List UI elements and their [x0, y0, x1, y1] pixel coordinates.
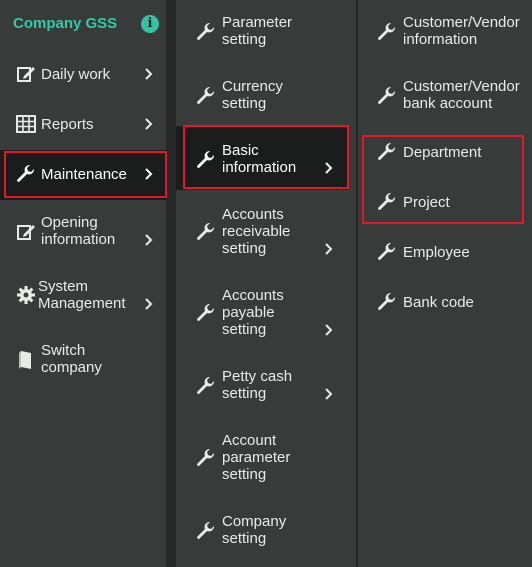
submenu-item-petty-cash-setting[interactable]: Petty cash setting [176, 368, 356, 404]
menu-item-bank-code[interactable]: Bank code [358, 288, 532, 316]
info-icon[interactable]: i [141, 15, 159, 33]
submenu-item-currency-setting[interactable]: Currency setting [176, 78, 356, 114]
menu-item-customer-vendor-bank-account[interactable]: Customer/Vendor bank account [358, 78, 532, 114]
submenu-item-account-parameter-setting[interactable]: Account parameter setting [176, 432, 356, 486]
sidebar-item-opening-information[interactable]: Opening information [0, 214, 166, 250]
column-divider [166, 0, 176, 567]
wrench-icon [196, 86, 216, 106]
menu-item-employee[interactable]: Employee [358, 238, 532, 266]
submenu-item-company-setting[interactable]: Company setting [176, 513, 356, 549]
chevron-right-icon [323, 161, 335, 175]
menu-item-label: Bank code [403, 294, 474, 311]
submenu-item-basic-information[interactable]: Basic information [176, 142, 356, 178]
wrench-icon [196, 222, 216, 242]
gear-icon [16, 285, 36, 305]
submenu-item-label: Company setting [222, 513, 302, 547]
wrench-icon [196, 303, 216, 323]
wrench-icon [196, 150, 216, 170]
sidebar-item-switch-company[interactable]: Switch company [0, 342, 166, 378]
submenu-item-label: Basic information [222, 142, 312, 176]
table-icon [16, 115, 36, 133]
chevron-right-icon [143, 233, 155, 247]
sidebar-item-daily-work[interactable]: Daily work [0, 58, 166, 90]
wrench-icon [196, 376, 216, 396]
chevron-right-icon [143, 297, 155, 311]
submenu-item-label: Petty cash setting [222, 368, 312, 402]
wrench-icon [196, 521, 216, 541]
basic-information-submenu: Customer/Vendor information Customer/Ven… [358, 0, 532, 567]
submenu-item-label: Currency setting [222, 78, 302, 112]
chevron-right-icon [143, 167, 155, 181]
menu-item-project[interactable]: Project [358, 188, 532, 216]
menu-item-label: Customer/Vendor bank account [403, 78, 531, 112]
submenu-item-accounts-payable-setting[interactable]: Accounts payable setting [176, 287, 356, 341]
sidebar-item-label: Opening information [41, 214, 133, 248]
chevron-right-icon [143, 117, 155, 131]
submenu-item-label: Account parameter setting [222, 432, 302, 483]
maintenance-submenu: Parameter setting Currency setting Basic… [176, 0, 356, 567]
sidebar-item-label: Daily work [41, 66, 110, 83]
wrench-icon [16, 164, 36, 184]
wrench-icon [377, 292, 397, 312]
sidebar-item-system-management[interactable]: System Management [0, 278, 166, 314]
sidebar-item-label: Maintenance [41, 166, 127, 183]
sidebar-item-maintenance[interactable]: Maintenance [0, 158, 166, 190]
menu-item-label: Project [403, 194, 450, 211]
wrench-icon [196, 22, 216, 42]
submenu-item-label: Accounts receivable setting [222, 206, 302, 257]
sidebar-item-reports[interactable]: Reports [0, 108, 166, 140]
sidebar-item-label: Reports [41, 116, 94, 133]
edit-icon [16, 222, 36, 242]
wrench-icon [377, 242, 397, 262]
sidebar-item-label: System Management [38, 278, 134, 312]
chevron-right-icon [323, 387, 335, 401]
wrench-icon [377, 192, 397, 212]
main-sidebar: Company GSS i Daily work Reports Mainten… [0, 0, 166, 567]
wrench-icon [377, 22, 397, 42]
wrench-icon [377, 142, 397, 162]
menu-item-label: Customer/Vendor information [403, 14, 531, 48]
submenu-item-label: Parameter setting [222, 14, 318, 48]
wrench-icon [196, 448, 216, 468]
brand-title: Company GSS [13, 15, 117, 32]
wrench-icon [377, 86, 397, 106]
menu-item-label: Employee [403, 244, 470, 261]
submenu-item-parameter-setting[interactable]: Parameter setting [176, 14, 356, 50]
menu-item-label: Department [403, 144, 481, 161]
sidebar-item-label: Switch company [41, 342, 133, 376]
chevron-right-icon [143, 67, 155, 81]
submenu-item-accounts-receivable-setting[interactable]: Accounts receivable setting [176, 206, 356, 260]
chevron-right-icon [323, 242, 335, 256]
submenu-item-label: Accounts payable setting [222, 287, 302, 338]
chevron-right-icon [323, 323, 335, 337]
book-icon [17, 350, 35, 370]
edit-icon [16, 64, 36, 84]
menu-item-department[interactable]: Department [358, 138, 532, 166]
menu-item-customer-vendor-information[interactable]: Customer/Vendor information [358, 14, 532, 50]
